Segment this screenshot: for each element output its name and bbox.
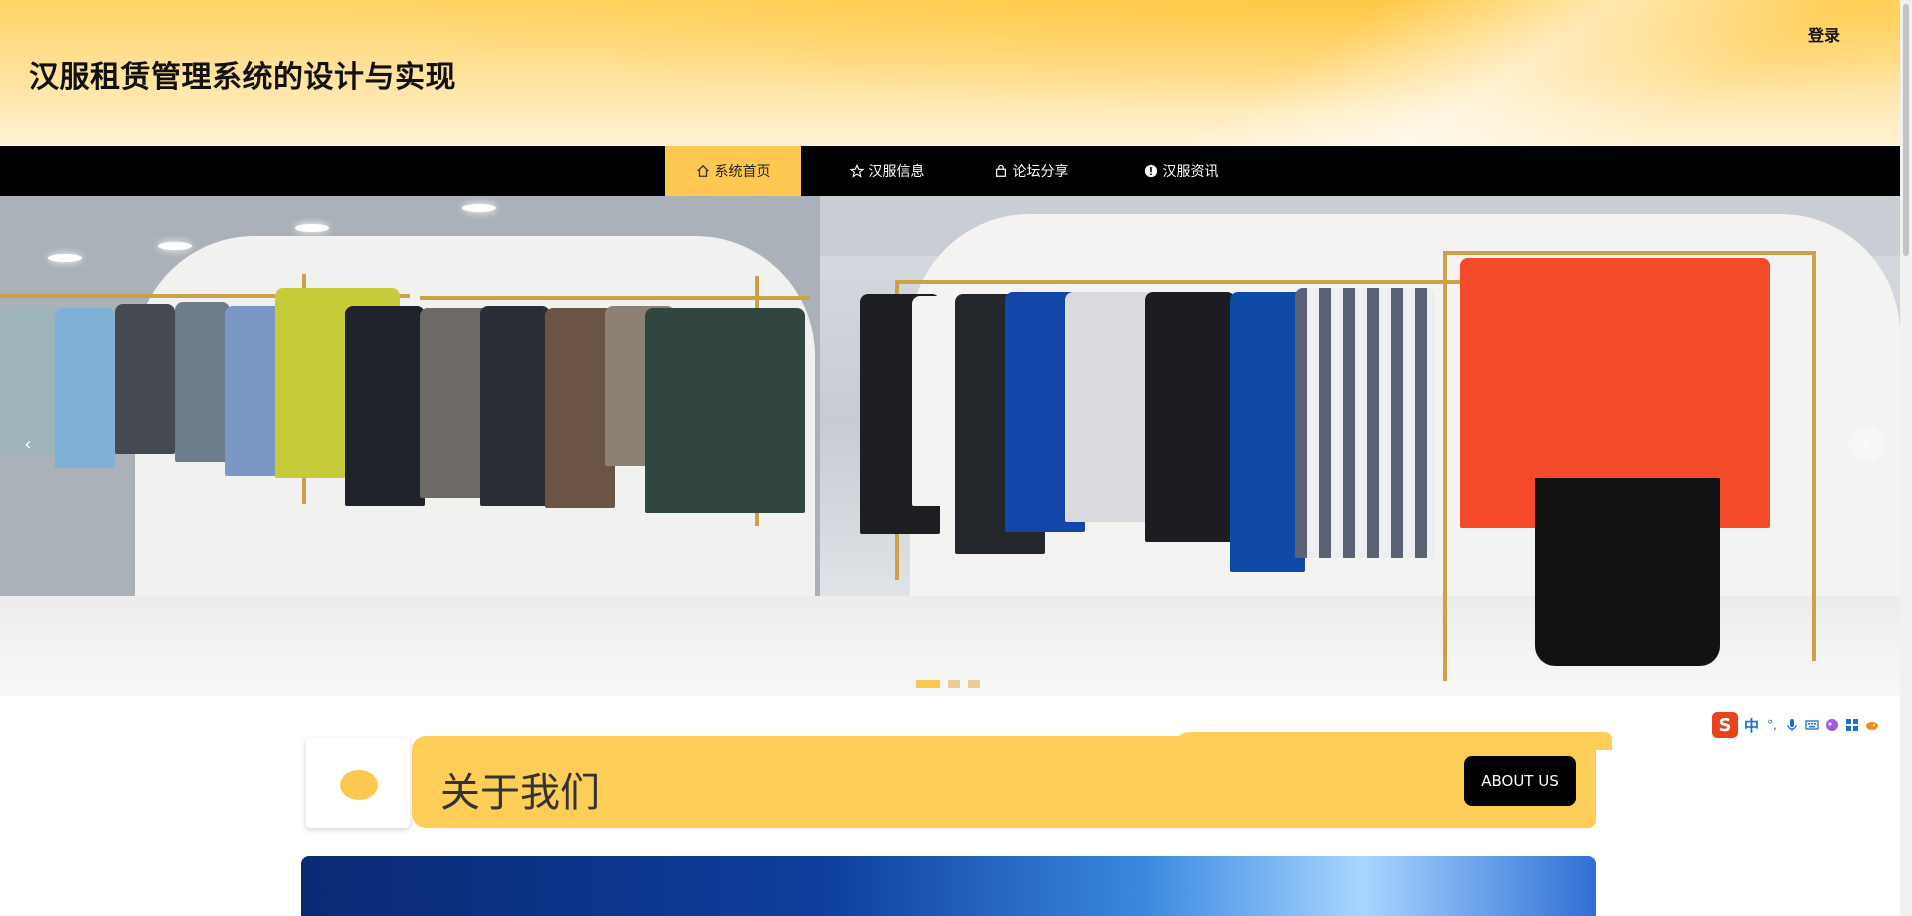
mascot-icon[interactable] (1865, 718, 1879, 732)
info-icon (1144, 164, 1157, 178)
about-section-bar: 关于我们 ABOUT US (412, 732, 1612, 828)
rack-post (1812, 251, 1816, 661)
site-title: 汉服租赁管理系统的设计与实现 (29, 60, 456, 95)
grid-menu-icon[interactable] (1845, 718, 1859, 732)
ceiling-light (48, 254, 82, 262)
nav-item-label: 汉服资讯 (1162, 164, 1219, 180)
site-header: 汉服租赁管理系统的设计与实现 登录 (0, 0, 1900, 146)
carousel-dot[interactable] (916, 680, 940, 688)
login-link[interactable]: 登录 (1808, 22, 1840, 46)
nav-item-label: 论坛分享 (1012, 164, 1069, 180)
keyboard-icon[interactable] (1805, 718, 1819, 732)
garment (175, 302, 230, 462)
about-circle-icon (340, 770, 378, 800)
garment (1295, 288, 1435, 558)
ceiling-light (158, 242, 192, 250)
garment (55, 308, 115, 468)
garment (345, 306, 425, 506)
clothing-rail (420, 296, 810, 300)
skin-icon[interactable] (1825, 718, 1839, 732)
ime-punctuation-toggle[interactable]: °, (1765, 718, 1779, 732)
garment (1065, 292, 1155, 522)
rack-post (1443, 251, 1447, 681)
header-decoration (994, 0, 1900, 146)
nav-item-label: 系统首页 (714, 164, 771, 180)
nav-item-forum[interactable]: 论坛分享 (967, 146, 1095, 196)
garment (1230, 292, 1305, 572)
home-icon (696, 164, 709, 177)
carousel-dot[interactable] (968, 680, 980, 688)
nav-item-home[interactable]: 系统首页 (665, 146, 801, 196)
nav-item-hanfu-info[interactable]: 汉服信息 (823, 146, 951, 196)
garment (1145, 292, 1235, 542)
ime-language-toggle[interactable]: 中 (1744, 715, 1759, 736)
ceiling-light (462, 204, 496, 212)
garment (115, 304, 175, 454)
star-icon (849, 164, 864, 178)
clothing-rail (895, 280, 1545, 284)
microphone-icon[interactable] (1785, 718, 1799, 732)
main-nav: 系统首页 汉服信息 论坛分享 汉服资讯 (0, 146, 1900, 196)
carousel-prev-button[interactable]: ‹ (10, 426, 46, 462)
about-bar-decoration (1172, 732, 1612, 750)
clothing-rail (1443, 251, 1815, 255)
about-icon-box (306, 738, 410, 828)
garment (1460, 258, 1770, 478)
ceiling-light (295, 224, 329, 232)
about-image-panel (301, 856, 1596, 916)
ime-toolbar: S 中 °, (1712, 709, 1904, 741)
nav-item-news[interactable]: 汉服资讯 (1117, 146, 1245, 196)
garment (480, 306, 550, 506)
about-us-button[interactable]: ABOUT US (1464, 756, 1576, 806)
about-title: 关于我们 (440, 770, 600, 816)
ime-logo-icon[interactable]: S (1712, 712, 1738, 738)
nav-item-label: 汉服信息 (868, 164, 925, 180)
banner-carousel: ‹ › (0, 196, 1900, 696)
carousel-indicators (916, 680, 980, 688)
garment (645, 308, 805, 513)
carousel-next-button[interactable]: › (1848, 426, 1884, 462)
bag-icon (995, 164, 1006, 177)
scrollbar-thumb[interactable] (1903, 4, 1909, 256)
page-scrollbar[interactable] (1900, 0, 1912, 916)
carousel-dot[interactable] (948, 680, 960, 688)
